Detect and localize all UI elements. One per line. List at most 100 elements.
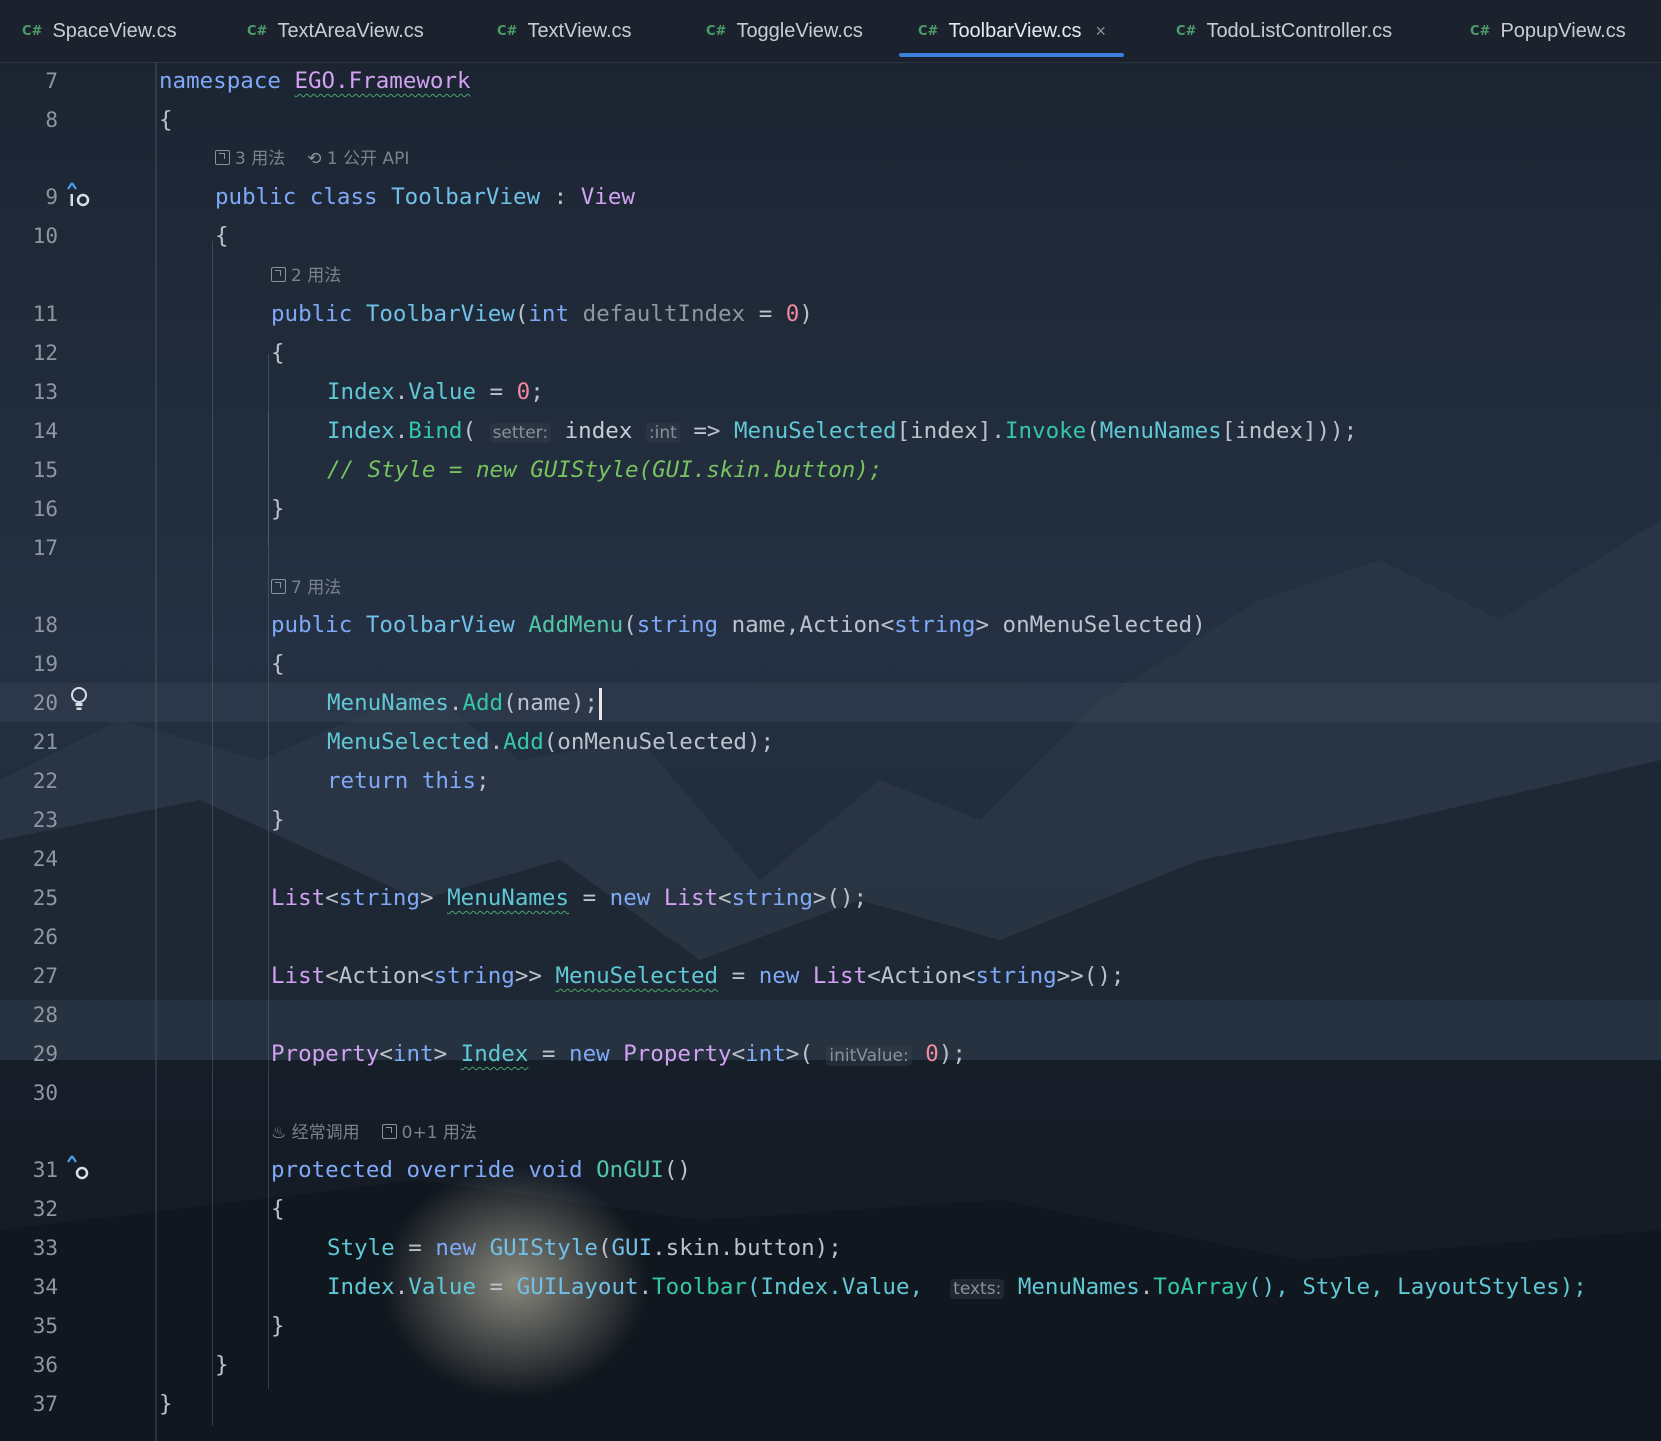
punct: [index]. [896, 418, 1005, 444]
type-hint: :int [645, 423, 680, 443]
line-number: 15 [32, 458, 58, 482]
line-number: 20 [32, 691, 58, 715]
implemented-override-icon[interactable] [66, 180, 94, 215]
codelens-class[interactable]: 3 用法 ⟲ 1 公开 API [215, 144, 409, 174]
identifier: Value [408, 379, 477, 405]
usages-count: 7 用法 [291, 578, 342, 598]
number: 0 [785, 301, 800, 327]
keyword: public [271, 301, 353, 327]
code-editor[interactable]: 7 8 9 10 11 12 13 14 15 16 17 18 19 20 2… [0, 62, 1661, 1441]
keyword: string [338, 885, 421, 911]
tab-spaceview[interactable]: C# SpaceView.cs [22, 0, 177, 62]
keyword: new [758, 963, 800, 989]
punct: . [394, 379, 409, 405]
param-name: name, [718, 612, 800, 638]
close-icon[interactable]: × [1095, 21, 1106, 42]
punct: < [325, 885, 339, 911]
brace: { [271, 1196, 285, 1222]
ide-window: C# SpaceView.cs C# TextAreaView.cs C# Te… [0, 0, 1661, 1441]
code-line-29: Property<int> Index = new Property<int>(… [271, 1041, 966, 1067]
identifier: MenuNames [1017, 1274, 1140, 1300]
code-line-21: MenuSelected.Add(onMenuSelected); [327, 723, 774, 762]
arguments: (), Style, LayoutStyles); [1248, 1274, 1587, 1300]
param-name: onMenuSelected) [988, 612, 1206, 638]
brace: } [271, 807, 285, 833]
line-number: 31 [32, 1158, 58, 1182]
line-number: 12 [32, 341, 58, 365]
brace: { [215, 223, 229, 249]
keyword: void [528, 1157, 583, 1183]
csharp-file-icon: C# [1470, 23, 1491, 39]
tab-popupview[interactable]: C# PopupView.cs [1470, 0, 1626, 62]
editor-tab-bar: C# SpaceView.cs C# TextAreaView.cs C# Te… [0, 0, 1661, 63]
keyword: int [745, 1041, 786, 1067]
identifier: Style [327, 1235, 395, 1261]
tab-toolbarview[interactable]: C# ToolbarView.cs × [899, 0, 1124, 62]
code-line-11: public ToolbarView(int defaultIndex = 0) [271, 295, 813, 334]
keyword: new [435, 1235, 477, 1261]
indent-guide [268, 413, 269, 546]
base-class: View [580, 184, 635, 210]
line-number: 34 [32, 1275, 58, 1299]
identifier: MenuSelected [734, 418, 897, 444]
code-line-12: { [271, 334, 285, 373]
keyword: override [406, 1157, 515, 1183]
punct: => [679, 418, 734, 444]
punct: < [880, 612, 895, 638]
method: ToArray [1153, 1274, 1249, 1300]
method: Bind [408, 418, 463, 444]
csharp-file-icon: C# [22, 23, 43, 39]
codelens-constructor[interactable]: 2 用法 [271, 261, 341, 291]
type-name: GUI [611, 1235, 653, 1261]
override-method-icon[interactable] [66, 1153, 94, 1188]
class-name: ToolbarView [391, 184, 541, 210]
tab-label: TextAreaView.cs [277, 19, 424, 42]
tab-textview[interactable]: C# TextView.cs [497, 0, 632, 62]
code-line-16: } [271, 490, 285, 529]
csharp-file-icon: C# [706, 23, 727, 39]
codelens-ongui[interactable]: ♨ 经常调用 0+1 用法 [271, 1118, 477, 1148]
csharp-file-icon: C# [247, 23, 268, 39]
flame-icon: ♨ [271, 1123, 287, 1143]
code-line-27: List<Action<string>> MenuSelected = new … [271, 963, 1125, 989]
punct: ( [623, 612, 637, 638]
usages-count: 0+1 用法 [401, 1123, 477, 1143]
keyword: return [327, 768, 409, 794]
code-line-20: MenuNames.Add(name); [327, 684, 602, 723]
frequently-called-label: 经常调用 [291, 1123, 360, 1143]
line-number: 28 [32, 1003, 58, 1027]
line-number: 9 [45, 185, 58, 209]
code-line-34: Index.Value = GUILayout.Toolbar(Index.Va… [327, 1274, 1587, 1300]
code-line-25: List<string> MenuNames = new List<string… [271, 885, 868, 911]
code-line-37: } [159, 1385, 173, 1424]
tab-textareaview[interactable]: C# TextAreaView.cs [247, 0, 424, 62]
tab-toggleview[interactable]: C# ToggleView.cs [706, 0, 863, 62]
lightbulb-icon[interactable] [68, 684, 90, 719]
line-number: 26 [32, 925, 58, 949]
tab-label: TodoListController.cs [1206, 19, 1393, 42]
usages-icon [271, 267, 286, 282]
type-name: List [663, 885, 719, 911]
line-number: 11 [32, 302, 58, 326]
codelens-addmenu[interactable]: 7 用法 [271, 573, 341, 603]
code-line-32: { [271, 1190, 285, 1229]
code-line-18: public ToolbarView AddMenu(string name,A… [271, 606, 1206, 645]
parameter-hint: initValue: [826, 1046, 912, 1066]
method: Invoke [1004, 418, 1087, 444]
keyword: this [421, 768, 477, 794]
tab-todolistcontroller[interactable]: C# TodoListController.cs [1176, 0, 1392, 62]
api-icon: ⟲ [307, 149, 322, 169]
line-number: 19 [32, 652, 58, 676]
line-number: 32 [32, 1197, 58, 1221]
keyword: string [975, 963, 1057, 989]
keyword: int [528, 301, 570, 327]
line-number: 10 [32, 224, 58, 248]
line-number: 16 [32, 497, 58, 521]
code-line-8: { [159, 101, 173, 140]
parameter-hint: texts: [950, 1279, 1005, 1299]
usages-icon [271, 579, 286, 594]
identifier: .skin.button); [652, 1235, 842, 1261]
line-number: 29 [32, 1042, 58, 1066]
code-line-7: namespace EGO.Framework [159, 62, 471, 101]
punct: = [476, 379, 517, 405]
